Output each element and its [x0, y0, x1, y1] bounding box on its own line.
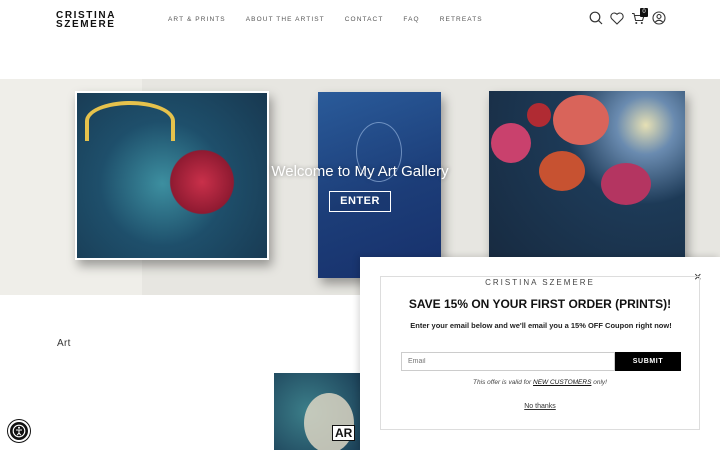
site-header: CRISTINA SZEMERE ART & PRINTS ABOUT THE …: [0, 0, 720, 40]
artwork-horn-shape: [85, 101, 175, 141]
enter-button[interactable]: ENTER: [329, 191, 391, 212]
logo-line-2: SZEMERE: [56, 19, 116, 30]
user-icon[interactable]: [652, 10, 666, 26]
thumbnail-shape: [304, 393, 354, 450]
offer-new-customers-link[interactable]: NEW CUSTOMERS: [533, 379, 591, 386]
discount-popup: × CRISTINA SZEMERE SAVE 15% ON YOUR FIRS…: [360, 257, 720, 450]
search-icon[interactable]: [589, 10, 603, 26]
offer-prefix: This offer is valid for: [473, 379, 534, 386]
nav-contact[interactable]: CONTACT: [345, 16, 384, 23]
nav-retreats[interactable]: RETREATS: [440, 16, 483, 23]
artwork-poppy-5: [527, 103, 551, 127]
popup-subtext: Enter your email below and we'll email y…: [410, 321, 672, 330]
art-thumbnail[interactable]: AR: [274, 373, 360, 450]
no-thanks-link[interactable]: No thanks: [381, 403, 699, 410]
thumbnail-badge: AR: [332, 425, 356, 441]
accessibility-icon[interactable]: [8, 420, 30, 442]
nav-art-prints[interactable]: ART & PRINTS: [168, 16, 226, 23]
artwork-poppy-1: [491, 123, 531, 163]
heart-icon[interactable]: [610, 10, 624, 26]
submit-button[interactable]: SUBMIT: [615, 352, 681, 371]
artwork-figure-painting: [318, 92, 441, 278]
popup-brand: CRISTINA SZEMERE: [477, 278, 603, 287]
cart-icon[interactable]: 0: [631, 8, 648, 26]
section-title-art: Art: [57, 338, 71, 349]
nav-faq[interactable]: FAQ: [403, 16, 419, 23]
popup-brand-row: CRISTINA SZEMERE: [381, 272, 699, 290]
popup-headline: SAVE 15% ON YOUR FIRST ORDER (PRINTS)!: [408, 297, 672, 311]
cart-count-badge: 0: [640, 8, 648, 17]
email-input[interactable]: [401, 352, 615, 371]
main-nav: ART & PRINTS ABOUT THE ARTIST CONTACT FA…: [168, 16, 503, 23]
offer-suffix: only!: [591, 379, 607, 386]
popup-content-box: CRISTINA SZEMERE SAVE 15% ON YOUR FIRST …: [380, 276, 700, 430]
hero-title: Welcome to My Art Gallery: [271, 163, 449, 180]
offer-note: This offer is valid for NEW CUSTOMERS on…: [381, 379, 699, 386]
site-logo[interactable]: CRISTINA SZEMERE: [56, 11, 116, 30]
artwork-flower-shape: [165, 145, 239, 219]
header-icons: 0: [589, 8, 666, 26]
nav-about-artist[interactable]: ABOUT THE ARTIST: [246, 16, 325, 23]
artwork-poppy-2: [553, 95, 609, 145]
